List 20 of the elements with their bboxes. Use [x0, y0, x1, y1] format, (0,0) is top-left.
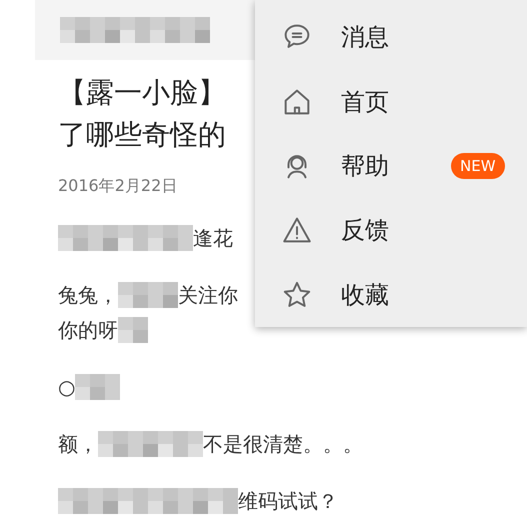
body-text: 你的呀 — [58, 316, 118, 344]
mosaic-block — [118, 316, 148, 342]
menu-item[interactable]: 收藏 — [255, 262, 527, 328]
article-title: 【露一小脸】 — [58, 75, 226, 111]
body-text: 额， — [58, 430, 98, 458]
mosaic-block — [118, 282, 178, 308]
menu-item[interactable]: 消息 — [255, 5, 527, 70]
body-text: 逢花 — [193, 224, 233, 252]
menu-item[interactable]: 帮助 NEW — [255, 134, 527, 198]
body-text: 关注你 — [178, 282, 238, 308]
mosaic-block — [75, 374, 120, 400]
body-text: 维码试试？ — [238, 488, 338, 514]
menu-item[interactable]: 首页 — [255, 69, 527, 134]
body-text: 不是很清楚。。。 — [203, 430, 363, 458]
new-badge: NEW — [451, 152, 505, 180]
article-title: 了哪些奇怪的 — [58, 117, 226, 153]
menu-item[interactable]: 反馈 — [255, 198, 527, 263]
body-text: ○ — [58, 374, 76, 400]
article-date: 2016年2月22日 — [58, 175, 178, 197]
body-text: 兔兔， — [58, 282, 118, 308]
